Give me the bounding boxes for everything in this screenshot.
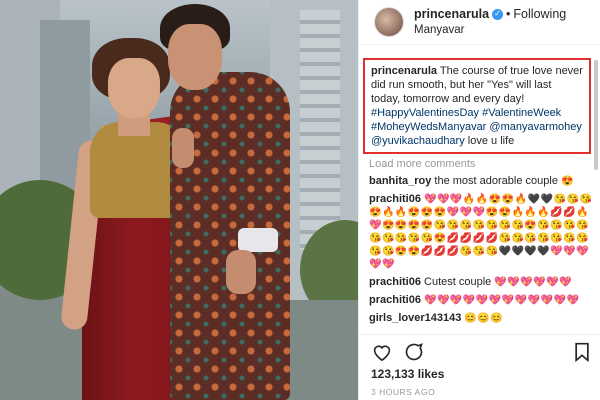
header-username[interactable]: princenarula	[414, 7, 489, 21]
comment-username[interactable]: girls_lover143143	[369, 312, 461, 324]
comment: prachiti06 💖💖💖🔥🔥😍😍🔥🖤🖤😘😘😘😍🔥🔥😍😍😍💖💖💖😍😍🔥🔥🔥💋💋…	[369, 193, 597, 271]
load-more-comments-button[interactable]: Load more comments	[369, 158, 597, 170]
man-hand	[226, 250, 256, 294]
caption-highlight: princenarula The course of true love nev…	[363, 58, 591, 154]
mention-link[interactable]: @yuvikachaudhary	[371, 135, 465, 147]
caption-tail: love u life	[467, 135, 515, 147]
verified-badge-icon: ✓	[492, 8, 504, 20]
comment-emoji: 💖💖💖🔥🔥😍😍🔥🖤🖤😘😘😘😍🔥🔥😍😍😍💖💖💖😍😍🔥🔥🔥💋💋🔥💖😍😍😍😍😘😘😘😘😘…	[369, 194, 593, 270]
comment-emoji: 😍	[561, 176, 574, 187]
header-text: princenarula ✓ • Following Manyavar	[414, 7, 566, 37]
comment-username[interactable]: prachiti06	[369, 193, 421, 205]
man-face	[168, 24, 222, 90]
comment: banhita_roy the most adorable couple 😍	[369, 175, 597, 188]
comment-emoji: 💖💖💖💖💖💖💖💖💖💖💖💖	[424, 295, 580, 306]
bookmark-icon[interactable]	[571, 341, 593, 363]
comment-username[interactable]: prachiti06	[369, 294, 421, 306]
comment: girls_lover143143 😊😊😊	[369, 312, 597, 325]
post-photo[interactable]	[0, 0, 358, 400]
comment: prachiti06 Cutest couple 💖💖💖💖💖💖	[369, 276, 597, 289]
man-hand	[172, 128, 194, 168]
action-icons	[371, 341, 593, 363]
woman-face	[108, 58, 160, 118]
heart-icon[interactable]	[371, 341, 393, 363]
post-side-panel: princenarula ✓ • Following Manyavar prin…	[358, 0, 600, 400]
post-actions: 123,133 likes 3 HOURS AGO	[359, 334, 600, 400]
mention-link[interactable]: @manyavarmohey	[489, 121, 581, 133]
comment-emoji: 😊😊😊	[464, 313, 504, 324]
man-cuff	[238, 228, 278, 252]
comment-text: the most adorable couple	[434, 175, 558, 187]
comments-area[interactable]: princenarula The course of true love nev…	[359, 46, 600, 331]
separator-dot: •	[506, 7, 511, 21]
following-button[interactable]: Following	[513, 7, 566, 21]
comment-icon[interactable]	[403, 341, 425, 363]
likes-count[interactable]: 123,133 likes	[371, 367, 593, 381]
comment-username[interactable]: banhita_roy	[369, 175, 431, 187]
header-line: princenarula ✓ • Following	[414, 7, 566, 21]
comment: prachiti06 💖💖💖💖💖💖💖💖💖💖💖💖	[369, 294, 597, 307]
hashtag-link[interactable]: #ValentineWeek	[482, 107, 561, 119]
comments-scrollbar[interactable]	[594, 60, 598, 170]
comment-text: Cutest couple	[424, 276, 492, 288]
hashtag-link[interactable]: #MoheyWedsManyavar	[371, 121, 486, 133]
caption-username[interactable]: princenarula	[371, 65, 437, 77]
location-link[interactable]: Manyavar	[414, 23, 566, 37]
instagram-post: princenarula ✓ • Following Manyavar prin…	[0, 0, 600, 400]
avatar[interactable]	[374, 7, 404, 37]
post-timestamp: 3 HOURS AGO	[371, 387, 436, 397]
comment-emoji: 💖💖💖💖💖💖	[494, 277, 573, 288]
comment-username[interactable]: prachiti06	[369, 276, 421, 288]
building-windows	[300, 10, 340, 250]
hashtag-link[interactable]: #HappyValentinesDay	[371, 107, 479, 119]
post-header: princenarula ✓ • Following Manyavar	[359, 0, 600, 45]
